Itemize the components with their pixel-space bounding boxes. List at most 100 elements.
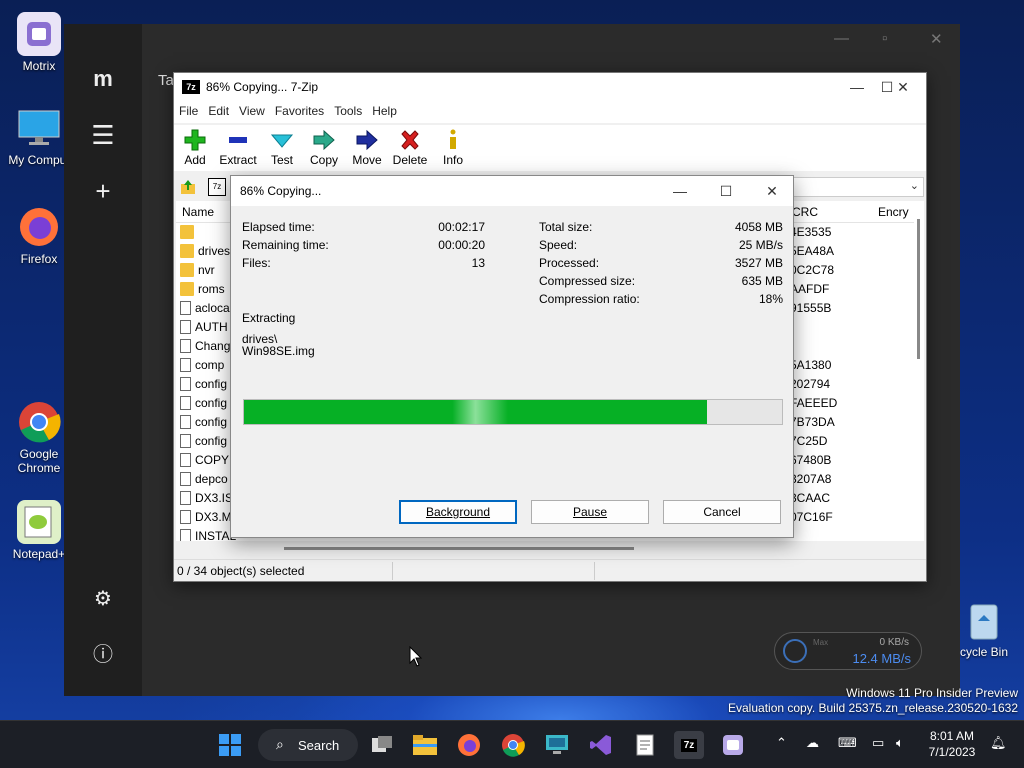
column-name[interactable]: Name <box>182 205 214 219</box>
download-speed: 12.4 MB/s <box>852 651 911 666</box>
extract-button[interactable]: Extract <box>218 127 258 167</box>
dialog-maximize-button[interactable]: ☐ <box>711 181 741 201</box>
taskbar-clock[interactable]: 8:01 AM 7/1/2023 <box>918 728 986 760</box>
dialog-minimize-button[interactable]: — <box>665 181 695 201</box>
table-row[interactable]: acloca <box>180 301 230 320</box>
file-icon <box>180 396 191 410</box>
menu-icon[interactable]: ☰ <box>88 120 118 150</box>
7zip-close-button[interactable]: ✕ <box>888 77 918 97</box>
background-button[interactable]: Background <box>399 500 517 524</box>
compression-ratio-value: 18% <box>758 292 783 306</box>
table-row[interactable] <box>180 225 198 244</box>
file-explorer-icon[interactable] <box>411 731 439 759</box>
delete-button[interactable]: Delete <box>392 127 428 167</box>
help-icon[interactable]: ⓘ <box>88 640 118 670</box>
dialog-titlebar[interactable]: 86% Copying... — ☐ ✕ <box>231 176 793 206</box>
pause-button[interactable]: Pause <box>531 500 649 524</box>
start-windows-icon[interactable] <box>216 731 244 759</box>
tray-overflow-chevron-icon[interactable]: ⌃ <box>776 735 787 751</box>
table-row[interactable]: INSTAL <box>180 529 236 541</box>
test-button[interactable]: Test <box>268 127 296 167</box>
dialog-close-button[interactable]: ✕ <box>757 181 787 201</box>
motrix-maximize-icon[interactable]: ▫ <box>882 30 887 47</box>
settings-sliders-icon[interactable]: ⚙ <box>88 584 118 614</box>
chrome-taskbar-icon[interactable] <box>499 731 527 759</box>
cancel-button[interactable]: Cancel <box>663 500 781 524</box>
firefox-icon <box>17 205 61 249</box>
table-row[interactable]: config <box>180 434 227 453</box>
table-row[interactable]: config <box>180 415 227 434</box>
pause-button-label: Pause <box>572 505 608 519</box>
notification-bell-icon[interactable]: 🔔︎ <box>990 735 1007 751</box>
copy-button[interactable]: Copy <box>308 127 340 167</box>
table-row[interactable]: COPY <box>180 453 229 472</box>
column-crc[interactable]: CRC <box>792 205 818 219</box>
table-row[interactable]: nvr <box>180 263 215 282</box>
table-row[interactable]: Chang <box>180 339 230 358</box>
firefox-taskbar-icon[interactable] <box>455 731 483 759</box>
menu-view[interactable]: View <box>234 101 270 121</box>
7zip-taskbar-icon[interactable]: 7z <box>674 731 704 759</box>
motrix-minimize-icon[interactable]: — <box>834 30 849 47</box>
info-button[interactable]: Info <box>440 127 466 167</box>
table-row[interactable]: DX3.M <box>180 510 232 529</box>
horizontal-scrollbar[interactable] <box>284 547 634 550</box>
add-button[interactable]: Add <box>182 127 208 167</box>
volume-icon[interactable]: 🔈︎ <box>896 735 904 751</box>
folder-icon <box>180 225 194 239</box>
cloud-offline-icon[interactable]: ☁ <box>806 735 819 751</box>
menu-help[interactable]: Help <box>367 101 402 121</box>
file-name: comp <box>195 358 225 372</box>
table-row[interactable]: config <box>180 377 227 396</box>
keyboard-icon[interactable]: ⌨ <box>838 735 857 751</box>
7zip-menubar: File Edit View Favorites Tools Help <box>174 101 926 123</box>
elapsed-time-label: Elapsed time: <box>242 220 315 234</box>
background-button-label: Background <box>425 505 491 519</box>
table-row[interactable]: DX3.IS <box>180 491 233 510</box>
column-encrypted[interactable]: Encry <box>878 205 909 219</box>
total-size-value: 4058 MB <box>734 220 783 234</box>
table-row[interactable]: config <box>180 396 227 415</box>
motrix-page-title: Ta <box>158 72 174 89</box>
archive-icon[interactable]: 7z <box>208 178 226 196</box>
delete-x-icon <box>392 127 428 153</box>
taskbar: ⌕ Search 7z ⌃ ☁ ⌨ ▭ 🔈︎ 8:01 AM 7/1/2023 … <box>0 720 1024 768</box>
speed-meter[interactable]: Max 0 KB/s 12.4 MB/s <box>774 632 922 670</box>
speed-value: 25 MB/s <box>738 238 783 252</box>
task-view-icon[interactable] <box>368 731 396 759</box>
scroll-thumb[interactable] <box>917 219 920 359</box>
file-icon <box>180 510 191 524</box>
compression-ratio-label: Compression ratio: <box>539 292 640 306</box>
7zip-toolbar: Add Extract Test Copy Move Delete Info <box>174 125 926 171</box>
file-icon <box>180 415 191 429</box>
chevron-down-icon[interactable]: ⌄ <box>910 179 919 192</box>
table-row[interactable]: drives <box>180 244 230 263</box>
table-row[interactable]: roms <box>180 282 225 301</box>
remote-desktop-icon[interactable] <box>543 731 571 759</box>
network-icon[interactable]: ▭ <box>872 735 884 751</box>
notepad-taskbar-icon[interactable] <box>631 731 659 759</box>
menu-edit[interactable]: Edit <box>203 101 234 121</box>
info-label: Info <box>442 153 463 167</box>
file-name: DX3.M <box>195 510 232 524</box>
file-crc: 7C25D <box>790 434 828 448</box>
move-button[interactable]: Move <box>350 127 384 167</box>
vertical-scrollbar[interactable] <box>914 201 924 541</box>
add-task-icon[interactable]: + <box>88 176 118 206</box>
menu-file[interactable]: File <box>174 101 203 121</box>
visual-studio-icon[interactable] <box>587 731 615 759</box>
menu-favorites[interactable]: Favorites <box>270 101 329 121</box>
motrix-taskbar-icon[interactable] <box>719 731 747 759</box>
move-label: Move <box>352 153 382 167</box>
table-row[interactable]: depco <box>180 472 228 491</box>
up-folder-icon[interactable] <box>180 179 196 195</box>
watermark-line-2: Evaluation copy. Build 25375.zn_release.… <box>728 701 1018 715</box>
7zip-titlebar[interactable]: 7z 86% Copying... 7-Zip — <box>174 73 926 101</box>
selection-status: 0 / 34 object(s) selected <box>177 564 305 578</box>
table-row[interactable]: AUTH <box>180 320 228 339</box>
motrix-close-icon[interactable]: ✕ <box>930 30 943 48</box>
file-crc: 5EA48A <box>790 244 835 258</box>
menu-tools[interactable]: Tools <box>329 101 367 121</box>
taskbar-search[interactable]: ⌕ Search <box>258 729 358 761</box>
table-row[interactable]: comp <box>180 358 224 377</box>
